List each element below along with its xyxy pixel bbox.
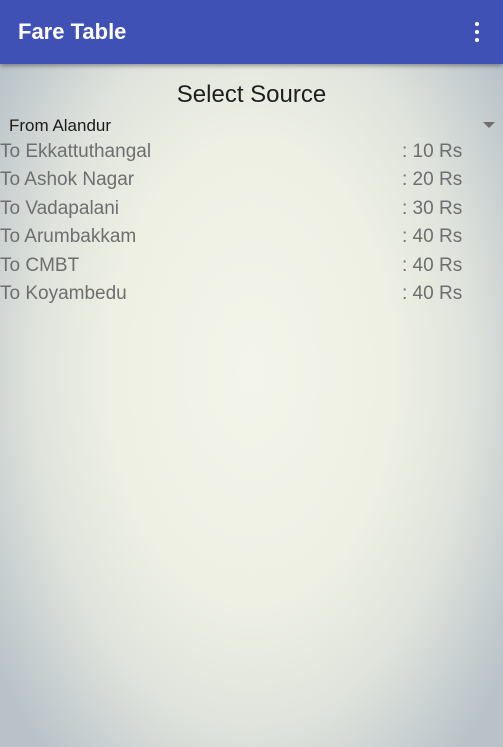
fare-row: To Arumbakkam : 40 Rs	[0, 225, 503, 253]
fare-price: : 10 Rs	[402, 141, 463, 162]
fare-list: To Ekkattuthangal : 10 Rs To Ashok Nagar…	[0, 140, 503, 310]
fare-destination: To Koyambedu	[0, 282, 127, 304]
fare-price: : 40 Rs	[402, 226, 463, 248]
fare-destination: To Ashok Nagar	[0, 169, 135, 191]
section-title: Select Source	[176, 81, 327, 108]
overflow-dot	[475, 38, 479, 42]
app-title: Fare Table	[18, 19, 127, 44]
overflow-dot	[475, 30, 479, 34]
fare-destination: To Vadapalani	[0, 197, 120, 219]
fare-row: To Koyambedu : 40 Rs	[0, 282, 503, 310]
fare-row: To Ashok Nagar : 20 Rs	[0, 168, 503, 196]
fare-row: To Vadapalani : 30 Rs	[0, 197, 503, 225]
fare-price: : 40 Rs	[402, 282, 463, 304]
more-vert-icon[interactable]	[465, 20, 489, 44]
fare-price: : 40 Rs	[402, 254, 463, 276]
overflow-dot	[475, 22, 479, 26]
dropdown-arrow-icon	[483, 122, 495, 128]
fare-row: To CMBT : 40 Rs	[0, 254, 503, 282]
fare-destination: To Arumbakkam	[0, 226, 137, 248]
app-bar: Fare Table	[0, 0, 503, 64]
fare-row: To Ekkattuthangal : 10 Rs	[0, 140, 503, 168]
fare-price: : 20 Rs	[402, 169, 463, 191]
fare-price: : 30 Rs	[402, 197, 463, 219]
source-spinner[interactable]: From Alandur	[0, 114, 503, 138]
fare-content: Select Source From Alandur To Ekkattutha…	[0, 64, 503, 747]
source-spinner-value: From Alandur	[9, 116, 112, 135]
fare-destination: To Ekkattuthangal	[0, 141, 152, 162]
fare-destination: To CMBT	[0, 254, 80, 276]
